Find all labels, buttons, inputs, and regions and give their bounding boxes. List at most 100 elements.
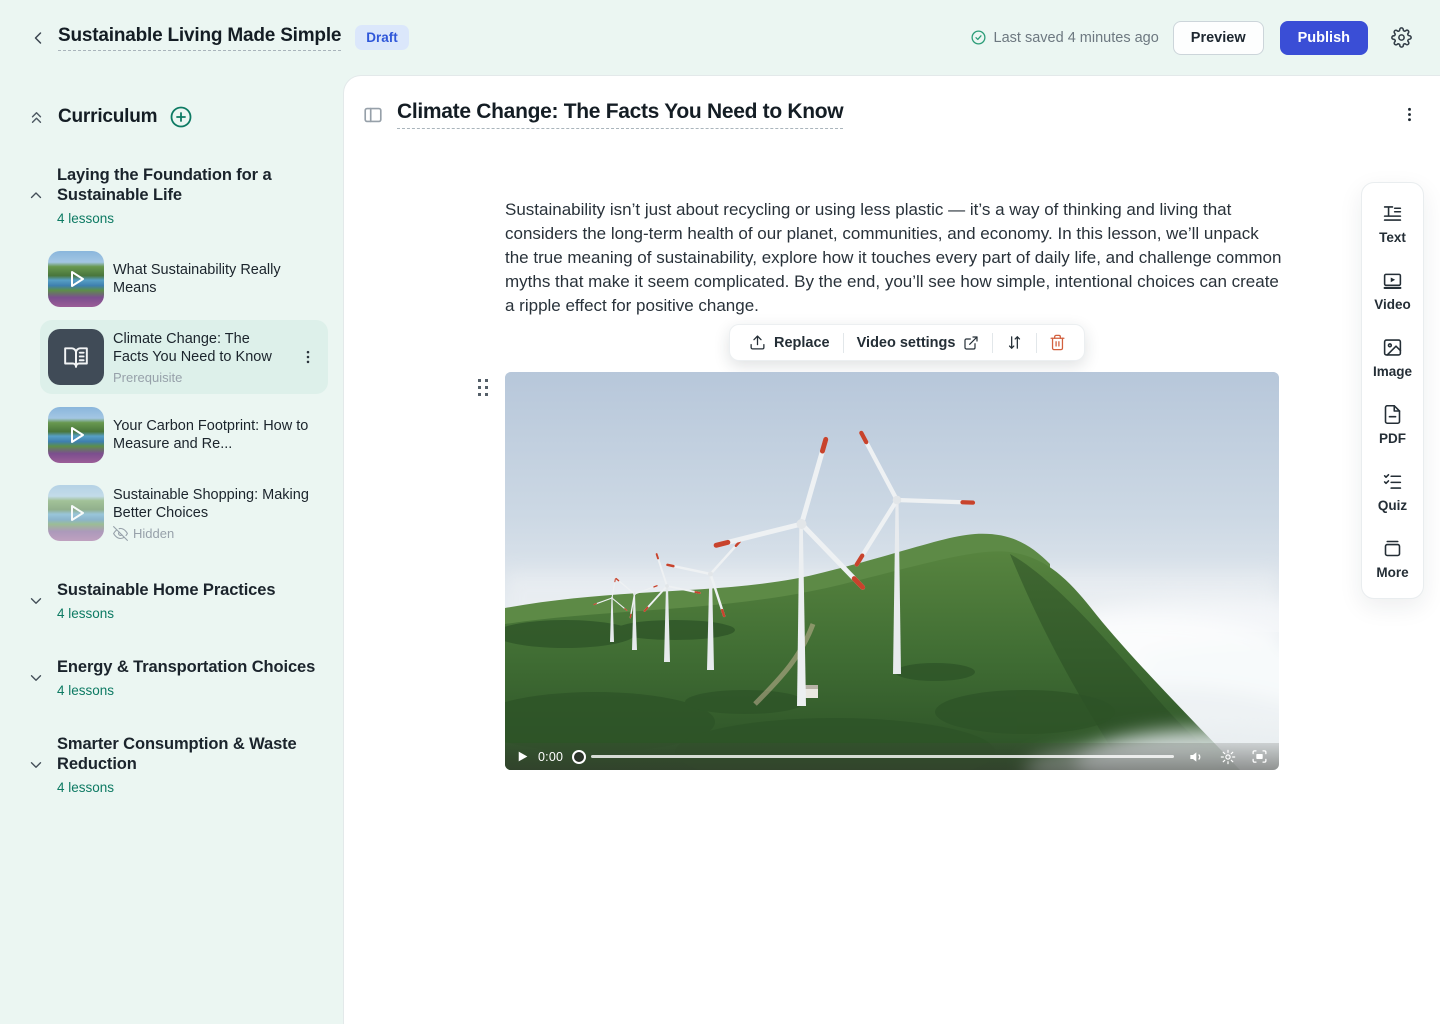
insert-block-panel: Text Video Image PDF Quiz More [1361,182,1424,599]
insert-pdf-label: PDF [1379,431,1406,446]
volume-button[interactable] [1189,749,1205,765]
lesson-title: Climate Change: The Facts You Need to Kn… [113,330,289,366]
text-icon [1382,203,1403,224]
insert-more-label: More [1376,565,1408,580]
lesson-paragraph[interactable]: Sustainability isn’t just about recyclin… [505,198,1283,318]
gear-icon [1220,749,1236,765]
volume-icon [1189,749,1205,765]
video-thumbnail [48,407,104,463]
video-settings-button[interactable]: Video settings [844,325,993,360]
course-title[interactable]: Sustainable Living Made Simple [58,25,341,51]
section-header[interactable]: Laying the Foundation for a Sustainable … [24,165,343,226]
section-lesson-count: 4 lessons [57,211,325,226]
play-button[interactable] [516,750,529,763]
insert-text-label: Text [1379,230,1406,245]
play-icon [48,251,104,307]
insert-video-button[interactable]: Video [1374,270,1411,312]
video-thumbnail [48,485,104,541]
play-icon [48,407,104,463]
lesson-item-hidden[interactable]: Sustainable Shopping: Making Better Choi… [40,476,328,550]
scrubber-handle[interactable] [572,750,586,764]
publish-button[interactable]: Publish [1280,21,1368,55]
fullscreen-button[interactable] [1251,748,1268,765]
insert-image-button[interactable]: Image [1373,337,1412,379]
block-drag-handle[interactable] [474,376,492,400]
chevron-left-icon [28,28,48,48]
plus-circle-icon [169,105,193,129]
lesson-list: What Sustainability Really Means Climate… [24,242,343,550]
lesson-menu-button[interactable] [298,347,318,367]
section-title: Smarter Consumption & Waste Reduction [57,734,325,774]
replace-label: Replace [774,335,830,351]
section-lesson-count: 4 lessons [57,683,315,698]
lesson-header: Climate Change: The Facts You Need to Kn… [362,100,1420,129]
kebab-icon [1400,105,1419,124]
delete-block-button[interactable] [1037,325,1078,360]
eye-off-icon [113,526,128,541]
curriculum-section: Sustainable Home Practices 4 lessons [24,580,343,621]
lesson-title: Your Carbon Footprint: How to Measure an… [113,417,318,453]
page-title[interactable]: Climate Change: The Facts You Need to Kn… [397,100,843,129]
more-icon [1382,538,1403,559]
curriculum-section: Smarter Consumption & Waste Reduction 4 … [24,734,343,795]
save-status: Last saved 4 minutes ago [970,29,1159,46]
section-title: Laying the Foundation for a Sustainable … [57,165,325,205]
quiz-icon [1382,471,1403,492]
video-settings-label: Video settings [857,335,956,351]
video-player[interactable]: 0:00 [505,372,1279,770]
section-lesson-count: 4 lessons [57,780,325,795]
lesson-item[interactable]: Your Carbon Footprint: How to Measure an… [40,398,328,472]
video-block-toolbar: Replace Video settings [729,324,1085,361]
curriculum-section: Energy & Transportation Choices 4 lesson… [24,657,343,698]
insert-pdf-button[interactable]: PDF [1379,404,1406,446]
reading-thumbnail [48,329,104,385]
lesson-subtitle: Hidden [113,526,318,541]
video-scene [505,372,1279,770]
pdf-icon [1382,404,1403,425]
play-icon [516,750,529,763]
hidden-label: Hidden [133,526,174,541]
sidebar-toggle-button[interactable] [362,104,384,126]
last-saved-text: Last saved 4 minutes ago [994,30,1159,46]
preview-button[interactable]: Preview [1173,21,1264,55]
collapse-all-button[interactable] [24,105,48,129]
progress-bar[interactable] [591,755,1174,758]
chevrons-up-icon [27,108,46,127]
gear-icon [1391,27,1412,48]
external-link-icon [963,335,979,351]
back-button[interactable] [24,24,52,52]
sort-icon [1006,334,1023,351]
section-header[interactable]: Energy & Transportation Choices 4 lesson… [24,657,343,698]
insert-text-button[interactable]: Text [1379,203,1406,245]
curriculum-title: Curriculum [58,106,157,128]
play-icon [48,485,104,541]
section-header[interactable]: Sustainable Home Practices 4 lessons [24,580,343,621]
video-settings-button[interactable] [1220,749,1236,765]
curriculum-sidebar: Curriculum Laying the Foundation for a S… [0,75,343,1024]
replace-button[interactable]: Replace [736,325,843,360]
section-title: Energy & Transportation Choices [57,657,315,677]
check-circle-icon [970,29,987,46]
section-title: Sustainable Home Practices [57,580,275,600]
insert-image-label: Image [1373,364,1412,379]
insert-quiz-label: Quiz [1378,498,1407,513]
insert-quiz-button[interactable]: Quiz [1378,471,1407,513]
section-header[interactable]: Smarter Consumption & Waste Reduction 4 … [24,734,343,795]
topbar-actions: Last saved 4 minutes ago Preview Publish [970,21,1416,55]
move-block-button[interactable] [993,325,1036,360]
lesson-subtitle: Prerequisite [113,370,289,385]
insert-video-label: Video [1374,297,1411,312]
chevron-down-icon [24,753,48,777]
settings-button[interactable] [1386,23,1416,53]
lesson-item[interactable]: What Sustainability Really Means [40,242,328,316]
insert-more-button[interactable]: More [1376,538,1408,580]
lesson-options-button[interactable] [1398,104,1420,126]
video-time: 0:00 [538,750,563,764]
section-lesson-count: 4 lessons [57,606,275,621]
add-section-button[interactable] [169,105,193,129]
lesson-item-selected[interactable]: Climate Change: The Facts You Need to Kn… [40,320,328,394]
video-icon [1382,270,1403,291]
video-thumbnail [48,251,104,307]
image-icon [1382,337,1403,358]
video-controls: 0:00 [505,743,1279,770]
